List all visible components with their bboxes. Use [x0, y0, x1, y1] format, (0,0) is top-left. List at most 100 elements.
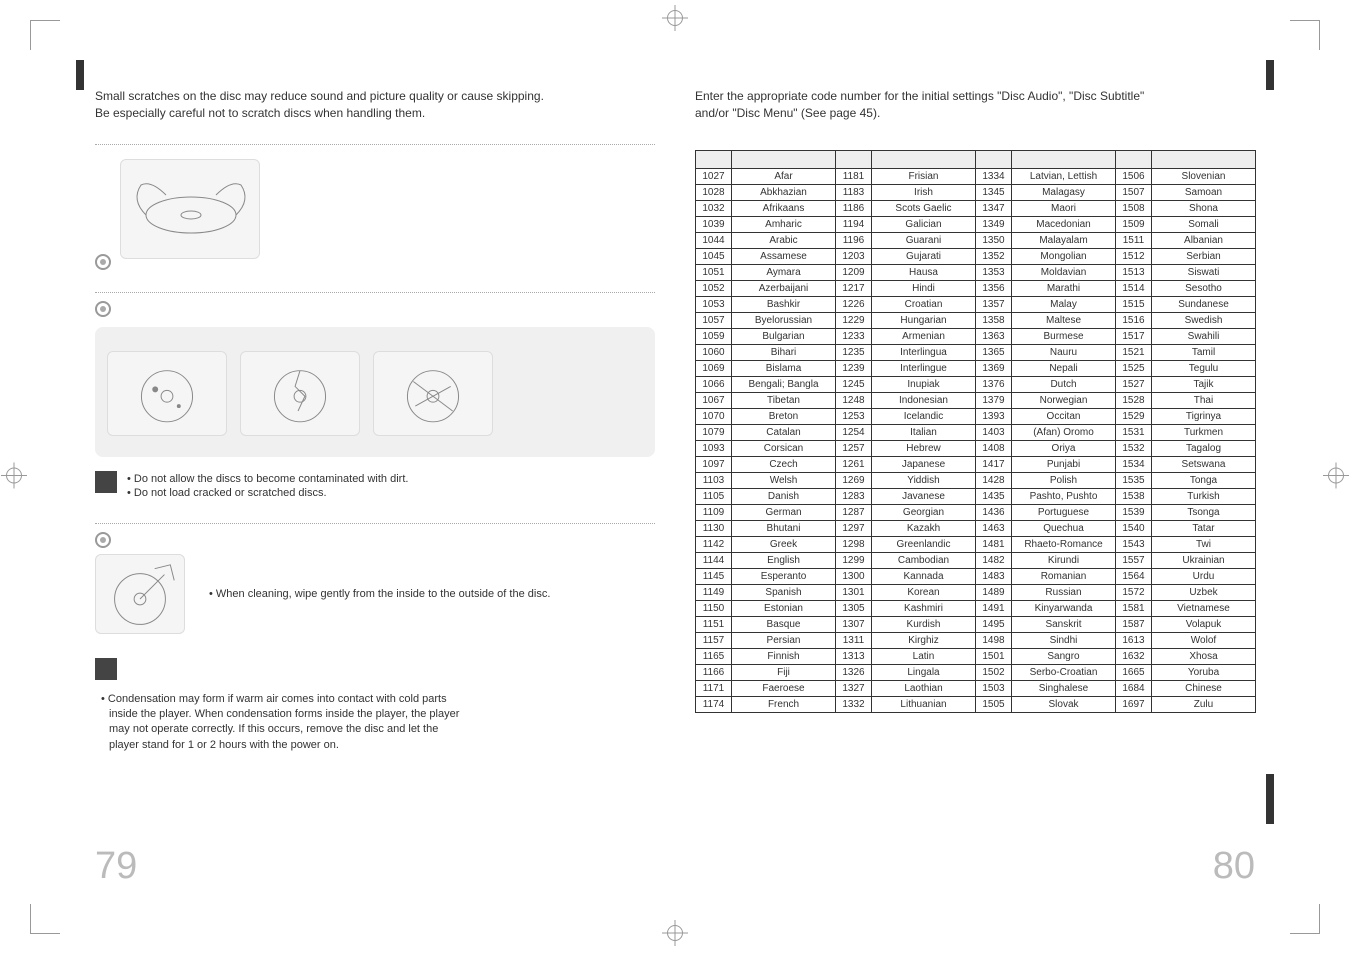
table-cell: Sanskrit [1012, 616, 1116, 632]
table-cell: 1307 [836, 616, 872, 632]
table-row: 1109German1287Georgian1436Portuguese1539… [696, 504, 1256, 520]
table-row: 1069Bislama1239Interlingue1369Nepali1525… [696, 360, 1256, 376]
table-cell: 1357 [976, 296, 1012, 312]
table-cell: Fiji [732, 664, 836, 680]
table-cell: Zulu [1152, 696, 1256, 712]
table-cell: 1349 [976, 216, 1012, 232]
table-cell: Setswana [1152, 456, 1256, 472]
table-cell: 1417 [976, 456, 1012, 472]
table-cell: Corsican [732, 440, 836, 456]
table-cell: Indonesian [872, 392, 976, 408]
table-cell: 1217 [836, 280, 872, 296]
table-cell: Burmese [1012, 328, 1116, 344]
table-cell: 1039 [696, 216, 732, 232]
table-cell: Korean [872, 584, 976, 600]
table-cell: Tibetan [732, 392, 836, 408]
table-cell: Persian [732, 632, 836, 648]
table-cell: Amharic [732, 216, 836, 232]
table-cell: Bislama [732, 360, 836, 376]
table-cell: 1508 [1116, 200, 1152, 216]
table-cell: Serbian [1152, 248, 1256, 264]
table-cell: 1066 [696, 376, 732, 392]
table-cell: Siswati [1152, 264, 1256, 280]
table-cell: 1509 [1116, 216, 1152, 232]
th [976, 150, 1012, 168]
th [1116, 150, 1152, 168]
table-cell: 1059 [696, 328, 732, 344]
table-cell: Afar [732, 168, 836, 184]
condense-l3: may not operate correctly. If this occur… [101, 722, 655, 737]
table-cell: Scots Gaelic [872, 200, 976, 216]
table-cell: Kannada [872, 568, 976, 584]
table-cell: Guarani [872, 232, 976, 248]
table-cell: 1305 [836, 600, 872, 616]
th [1012, 150, 1116, 168]
table-cell: 1345 [976, 184, 1012, 200]
table-cell: 1144 [696, 552, 732, 568]
table-cell: Galician [872, 216, 976, 232]
table-cell: Punjabi [1012, 456, 1116, 472]
table-cell: Greenlandic [872, 536, 976, 552]
table-cell: Breton [732, 408, 836, 424]
table-cell: Estonian [732, 600, 836, 616]
table-cell: 1613 [1116, 632, 1152, 648]
table-cell: 1531 [1116, 424, 1152, 440]
table-cell: 1408 [976, 440, 1012, 456]
table-cell: 1347 [976, 200, 1012, 216]
table-cell: Afrikaans [732, 200, 836, 216]
table-cell: Russian [1012, 584, 1116, 600]
table-cell: 1502 [976, 664, 1012, 680]
table-cell: 1060 [696, 344, 732, 360]
registration-mark-top [667, 10, 683, 29]
crop-mark-bl [30, 904, 60, 934]
table-cell: Laothian [872, 680, 976, 696]
table-cell: Marathi [1012, 280, 1116, 296]
table-cell: Greek [732, 536, 836, 552]
table-row: 1057Byelorussian1229Hungarian1358Maltese… [696, 312, 1256, 328]
table-cell: 1166 [696, 664, 732, 680]
table-cell: Nepali [1012, 360, 1116, 376]
table-cell: (Afan) Oromo [1012, 424, 1116, 440]
table-cell: Polish [1012, 472, 1116, 488]
left-intro-line1: Small scratches on the disc may reduce s… [95, 89, 544, 103]
table-cell: 1298 [836, 536, 872, 552]
table-cell: Welsh [732, 472, 836, 488]
table-row: 1142Greek1298Greenlandic1481Rhaeto-Roman… [696, 536, 1256, 552]
table-cell: 1532 [1116, 440, 1152, 456]
table-cell: 1505 [976, 696, 1012, 712]
table-row: 1093Corsican1257Hebrew1408Oriya1532Tagal… [696, 440, 1256, 456]
language-code-table: 1027Afar1181Frisian1334Latvian, Lettish1… [695, 150, 1256, 713]
table-cell: 1235 [836, 344, 872, 360]
table-cell: Maori [1012, 200, 1116, 216]
table-row: 1151Basque1307Kurdish1495Sanskrit1587Vol… [696, 616, 1256, 632]
table-cell: Sundanese [1152, 296, 1256, 312]
note-bullets: • Do not allow the discs to become conta… [127, 471, 408, 501]
table-cell: 1174 [696, 696, 732, 712]
table-cell: 1257 [836, 440, 872, 456]
page-left: Small scratches on the disc may reduce s… [95, 60, 655, 894]
table-cell: 1283 [836, 488, 872, 504]
table-cell: Lithuanian [872, 696, 976, 712]
table-cell: Norwegian [1012, 392, 1116, 408]
table-cell: 1489 [976, 584, 1012, 600]
table-cell: Occitan [1012, 408, 1116, 424]
table-cell: 1483 [976, 568, 1012, 584]
table-cell: Bashkir [732, 296, 836, 312]
note-bullet-1: • Do not allow the discs to become conta… [127, 473, 408, 485]
table-row: 1105Danish1283Javanese1435Pashto, Pushto… [696, 488, 1256, 504]
illustration-scratch [373, 351, 493, 436]
table-cell: 1529 [1116, 408, 1152, 424]
illustration-panel [95, 327, 655, 457]
table-cell: 1540 [1116, 520, 1152, 536]
table-cell: 1032 [696, 200, 732, 216]
table-cell: 1300 [836, 568, 872, 584]
table-cell: 1105 [696, 488, 732, 504]
table-cell: 1233 [836, 328, 872, 344]
right-intro: Enter the appropriate code number for th… [695, 88, 1255, 122]
table-cell: Italian [872, 424, 976, 440]
table-cell: Spanish [732, 584, 836, 600]
table-cell: 1557 [1116, 552, 1152, 568]
table-cell: 1512 [1116, 248, 1152, 264]
table-row: 1052Azerbaijani1217Hindi1356Marathi1514S… [696, 280, 1256, 296]
table-cell: 1203 [836, 248, 872, 264]
